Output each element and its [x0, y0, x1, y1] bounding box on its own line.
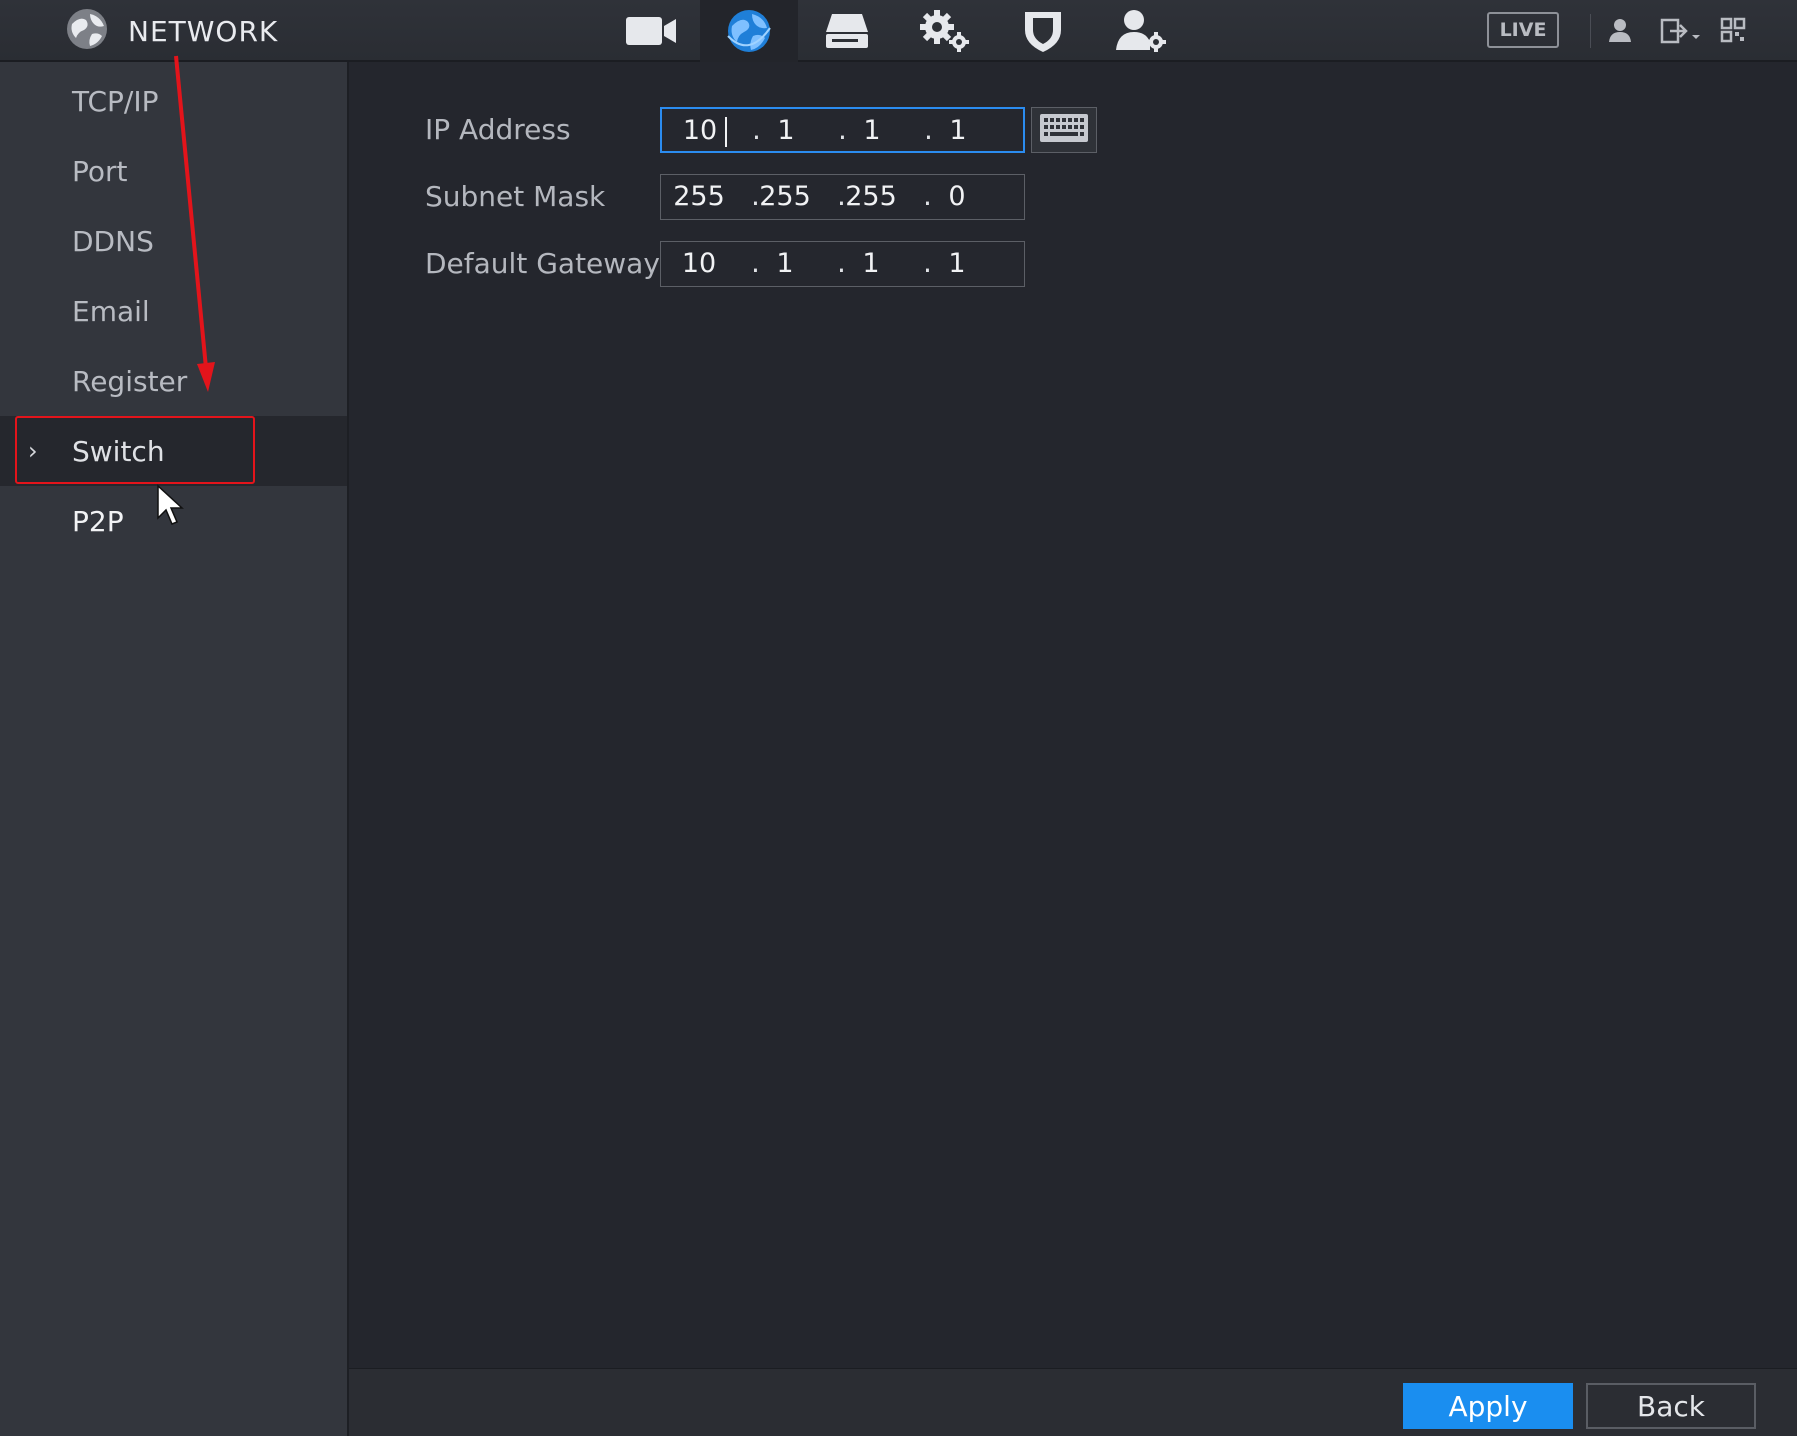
sidebar-item-label: TCP/IP [72, 84, 159, 118]
subnet-mask-label: Subnet Mask [425, 180, 606, 213]
ip-octet-2[interactable]: 1 [756, 115, 816, 146]
sidebar-item-label: Email [72, 294, 150, 328]
system-gear-icon[interactable] [896, 0, 994, 62]
gateway-octet-3[interactable]: 1 [841, 248, 901, 279]
qr-code-icon[interactable] [1720, 17, 1746, 47]
live-button[interactable]: LIVE [1487, 12, 1559, 48]
ip-octet-1[interactable]: 10 [670, 115, 730, 146]
default-gateway-label: Default Gateway [425, 247, 660, 280]
account-icon[interactable] [1092, 0, 1190, 62]
text-cursor [725, 117, 727, 147]
footer-bar: Apply Back [349, 1368, 1797, 1436]
highlight-box [15, 416, 255, 484]
ip-octet-4[interactable]: 1 [928, 115, 988, 146]
main-content: IP Address 10 . 1 . 1 . 1 Subnet Mask 25… [349, 62, 1797, 1368]
globe-logo-icon [64, 6, 110, 56]
keyboard-button[interactable] [1031, 107, 1097, 153]
sidebar-item-label: DDNS [72, 224, 154, 258]
sidebar-item-ddns[interactable]: DDNS [0, 206, 347, 276]
sidebar-item-label: Port [72, 154, 128, 188]
ip-address-row: IP Address 10 . 1 . 1 . 1 [349, 107, 1797, 153]
ip-address-label: IP Address [425, 113, 571, 146]
user-icon[interactable] [1607, 17, 1633, 47]
brand: NETWORK [64, 8, 278, 54]
subnet-octet-2[interactable]: 255 [755, 181, 815, 212]
default-gateway-input[interactable]: 10 . 1 . 1 . 1 [660, 241, 1025, 287]
sidebar-item-tcpip[interactable]: TCP/IP [0, 66, 347, 136]
security-shield-icon[interactable] [994, 0, 1092, 62]
sidebar-item-register[interactable]: Register [0, 346, 347, 416]
default-gateway-row: Default Gateway 10 . 1 . 1 . 1 [349, 241, 1797, 287]
gateway-octet-1[interactable]: 10 [669, 248, 729, 279]
storage-icon[interactable] [798, 0, 896, 62]
divider [1590, 14, 1591, 48]
sidebar-item-email[interactable]: Email [0, 276, 347, 346]
sidebar-item-port[interactable]: Port [0, 136, 347, 206]
page-title: NETWORK [128, 14, 279, 48]
subnet-octet-1[interactable]: 255 [669, 181, 729, 212]
keyboard-icon [1039, 113, 1089, 147]
back-button[interactable]: Back [1586, 1383, 1756, 1429]
subnet-mask-row: Subnet Mask 255 . 255 . 255 . 0 [349, 174, 1797, 220]
apply-button[interactable]: Apply [1403, 1383, 1573, 1429]
sidebar-item-label: P2P [72, 504, 124, 538]
ip-octet-3[interactable]: 1 [842, 115, 902, 146]
subnet-octet-4[interactable]: 0 [927, 181, 987, 212]
top-bar: NETWORK LIVE [0, 0, 1797, 62]
gateway-octet-2[interactable]: 1 [755, 248, 815, 279]
sidebar-item-label: Register [72, 364, 188, 398]
gateway-octet-4[interactable]: 1 [927, 248, 987, 279]
camera-icon[interactable] [602, 0, 700, 62]
logout-icon[interactable] [1660, 17, 1704, 49]
sidebar-item-p2p[interactable]: P2P [0, 486, 347, 556]
network-globe-icon[interactable] [700, 0, 798, 62]
subnet-octet-3[interactable]: 255 [841, 181, 901, 212]
sidebar: TCP/IP Port DDNS Email Register › Switch… [0, 62, 349, 1436]
ip-address-input[interactable]: 10 . 1 . 1 . 1 [660, 107, 1025, 153]
subnet-mask-input[interactable]: 255 . 255 . 255 . 0 [660, 174, 1025, 220]
